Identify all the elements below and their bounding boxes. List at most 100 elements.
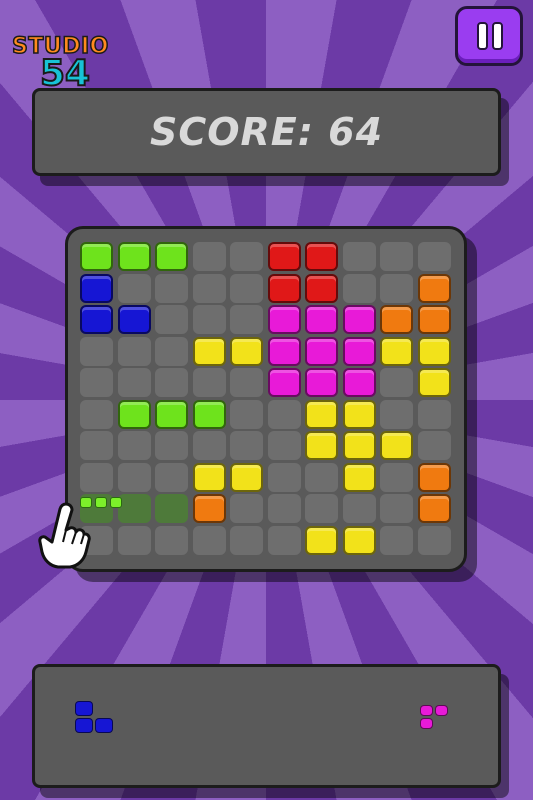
board-cell-block[interactable] (380, 305, 413, 334)
board-cell-empty[interactable] (117, 462, 151, 492)
board-cell-empty[interactable] (155, 431, 188, 460)
board-cell-block[interactable] (230, 336, 263, 366)
board-cell-block[interactable] (417, 462, 451, 492)
board-cell-empty[interactable] (192, 525, 226, 555)
board-cell-empty[interactable] (80, 431, 113, 460)
board-cell-empty[interactable] (155, 368, 188, 397)
board-cell-block[interactable] (342, 525, 376, 555)
board-cell-block[interactable] (117, 305, 151, 334)
board-cell-block[interactable] (380, 431, 413, 460)
board-cell-empty[interactable] (417, 525, 451, 555)
board-cell-block[interactable] (342, 305, 376, 334)
board-cell-empty[interactable] (380, 525, 413, 555)
board-cell-block[interactable] (80, 242, 113, 271)
board-cell-empty[interactable] (230, 431, 263, 460)
board-cell-block[interactable] (155, 399, 188, 429)
board-cell-block[interactable] (417, 494, 451, 523)
board-cell-empty[interactable] (155, 273, 188, 303)
board-cell-block[interactable] (192, 462, 226, 492)
dragged-piece-block[interactable] (95, 497, 107, 508)
board-cell-block[interactable] (117, 399, 151, 429)
board-cell-empty[interactable] (192, 273, 226, 303)
board-cell-block[interactable] (342, 336, 376, 366)
board-cell-block[interactable] (417, 336, 451, 366)
board-cell-block[interactable] (267, 368, 301, 397)
board-cell-empty[interactable] (380, 242, 413, 271)
board-cell-block[interactable] (417, 273, 451, 303)
board-cell-block[interactable] (380, 336, 413, 366)
board-cell-empty[interactable] (380, 462, 413, 492)
board-cell-empty[interactable] (80, 462, 113, 492)
board-cell-empty[interactable] (267, 462, 301, 492)
board-cell-preview[interactable] (155, 494, 188, 523)
board-cell-block[interactable] (267, 242, 301, 271)
board-cell-block[interactable] (117, 242, 151, 271)
board-cell-empty[interactable] (417, 399, 451, 429)
board-cell-empty[interactable] (380, 368, 413, 397)
board-cell-block[interactable] (192, 399, 226, 429)
board-cell-block[interactable] (192, 336, 226, 366)
board-cell-block[interactable] (267, 336, 301, 366)
board-cell-empty[interactable] (380, 399, 413, 429)
board-cell-preview[interactable] (117, 494, 151, 523)
pause-button[interactable] (455, 6, 523, 66)
board-cell-block[interactable] (417, 368, 451, 397)
board-cell-empty[interactable] (80, 336, 113, 366)
board-cell-block[interactable] (342, 462, 376, 492)
board-cell-empty[interactable] (117, 368, 151, 397)
board-cell-block[interactable] (342, 368, 376, 397)
board-cell-block[interactable] (155, 242, 188, 271)
board-cell-empty[interactable] (155, 462, 188, 492)
board-cell-empty[interactable] (117, 273, 151, 303)
board-cell-empty[interactable] (230, 273, 263, 303)
board-cell-block[interactable] (342, 399, 376, 429)
board-cell-block[interactable] (417, 305, 451, 334)
board-cell-empty[interactable] (342, 273, 376, 303)
tray-piece-block[interactable] (75, 718, 93, 733)
board-cell-empty[interactable] (267, 494, 301, 523)
board-cell-empty[interactable] (192, 242, 226, 271)
board-cell-empty[interactable] (305, 494, 338, 523)
board-cell-block[interactable] (80, 305, 113, 334)
board-cell-empty[interactable] (117, 336, 151, 366)
board-cell-block[interactable] (305, 431, 338, 460)
tray-piece-block[interactable] (75, 701, 93, 716)
board-cell-empty[interactable] (155, 305, 188, 334)
board-cell-block[interactable] (305, 336, 338, 366)
board-cell-empty[interactable] (417, 242, 451, 271)
tray-piece-block[interactable] (420, 718, 433, 729)
board-cell-empty[interactable] (117, 431, 151, 460)
board-cell-empty[interactable] (267, 431, 301, 460)
board-cell-empty[interactable] (80, 399, 113, 429)
tray-piece-block[interactable] (420, 705, 433, 716)
board-cell-empty[interactable] (417, 431, 451, 460)
board-cell-empty[interactable] (192, 368, 226, 397)
board-cell-block[interactable] (305, 305, 338, 334)
board-cell-empty[interactable] (117, 525, 151, 555)
board-cell-block[interactable] (305, 525, 338, 555)
board-cell-empty[interactable] (155, 525, 188, 555)
board-cell-block[interactable] (305, 242, 338, 271)
tray-piece-block[interactable] (435, 705, 448, 716)
board-cell-block[interactable] (80, 273, 113, 303)
board-cell-empty[interactable] (267, 399, 301, 429)
board-cell-empty[interactable] (380, 494, 413, 523)
board-cell-empty[interactable] (342, 242, 376, 271)
board-cell-empty[interactable] (230, 242, 263, 271)
board-cell-block[interactable] (305, 399, 338, 429)
board-cell-block[interactable] (267, 273, 301, 303)
board-cell-block[interactable] (342, 431, 376, 460)
board-cell-block[interactable] (305, 368, 338, 397)
board-cell-empty[interactable] (230, 525, 263, 555)
board-cell-empty[interactable] (380, 273, 413, 303)
board-cell-empty[interactable] (230, 305, 263, 334)
board-cell-empty[interactable] (192, 431, 226, 460)
board-cell-empty[interactable] (192, 305, 226, 334)
board-cell-empty[interactable] (342, 494, 376, 523)
board-cell-block[interactable] (267, 305, 301, 334)
board-cell-empty[interactable] (230, 399, 263, 429)
board-cell-empty[interactable] (80, 368, 113, 397)
board-cell-empty[interactable] (305, 462, 338, 492)
dragged-piece-block[interactable] (110, 497, 122, 508)
tray-piece-block[interactable] (95, 718, 113, 733)
